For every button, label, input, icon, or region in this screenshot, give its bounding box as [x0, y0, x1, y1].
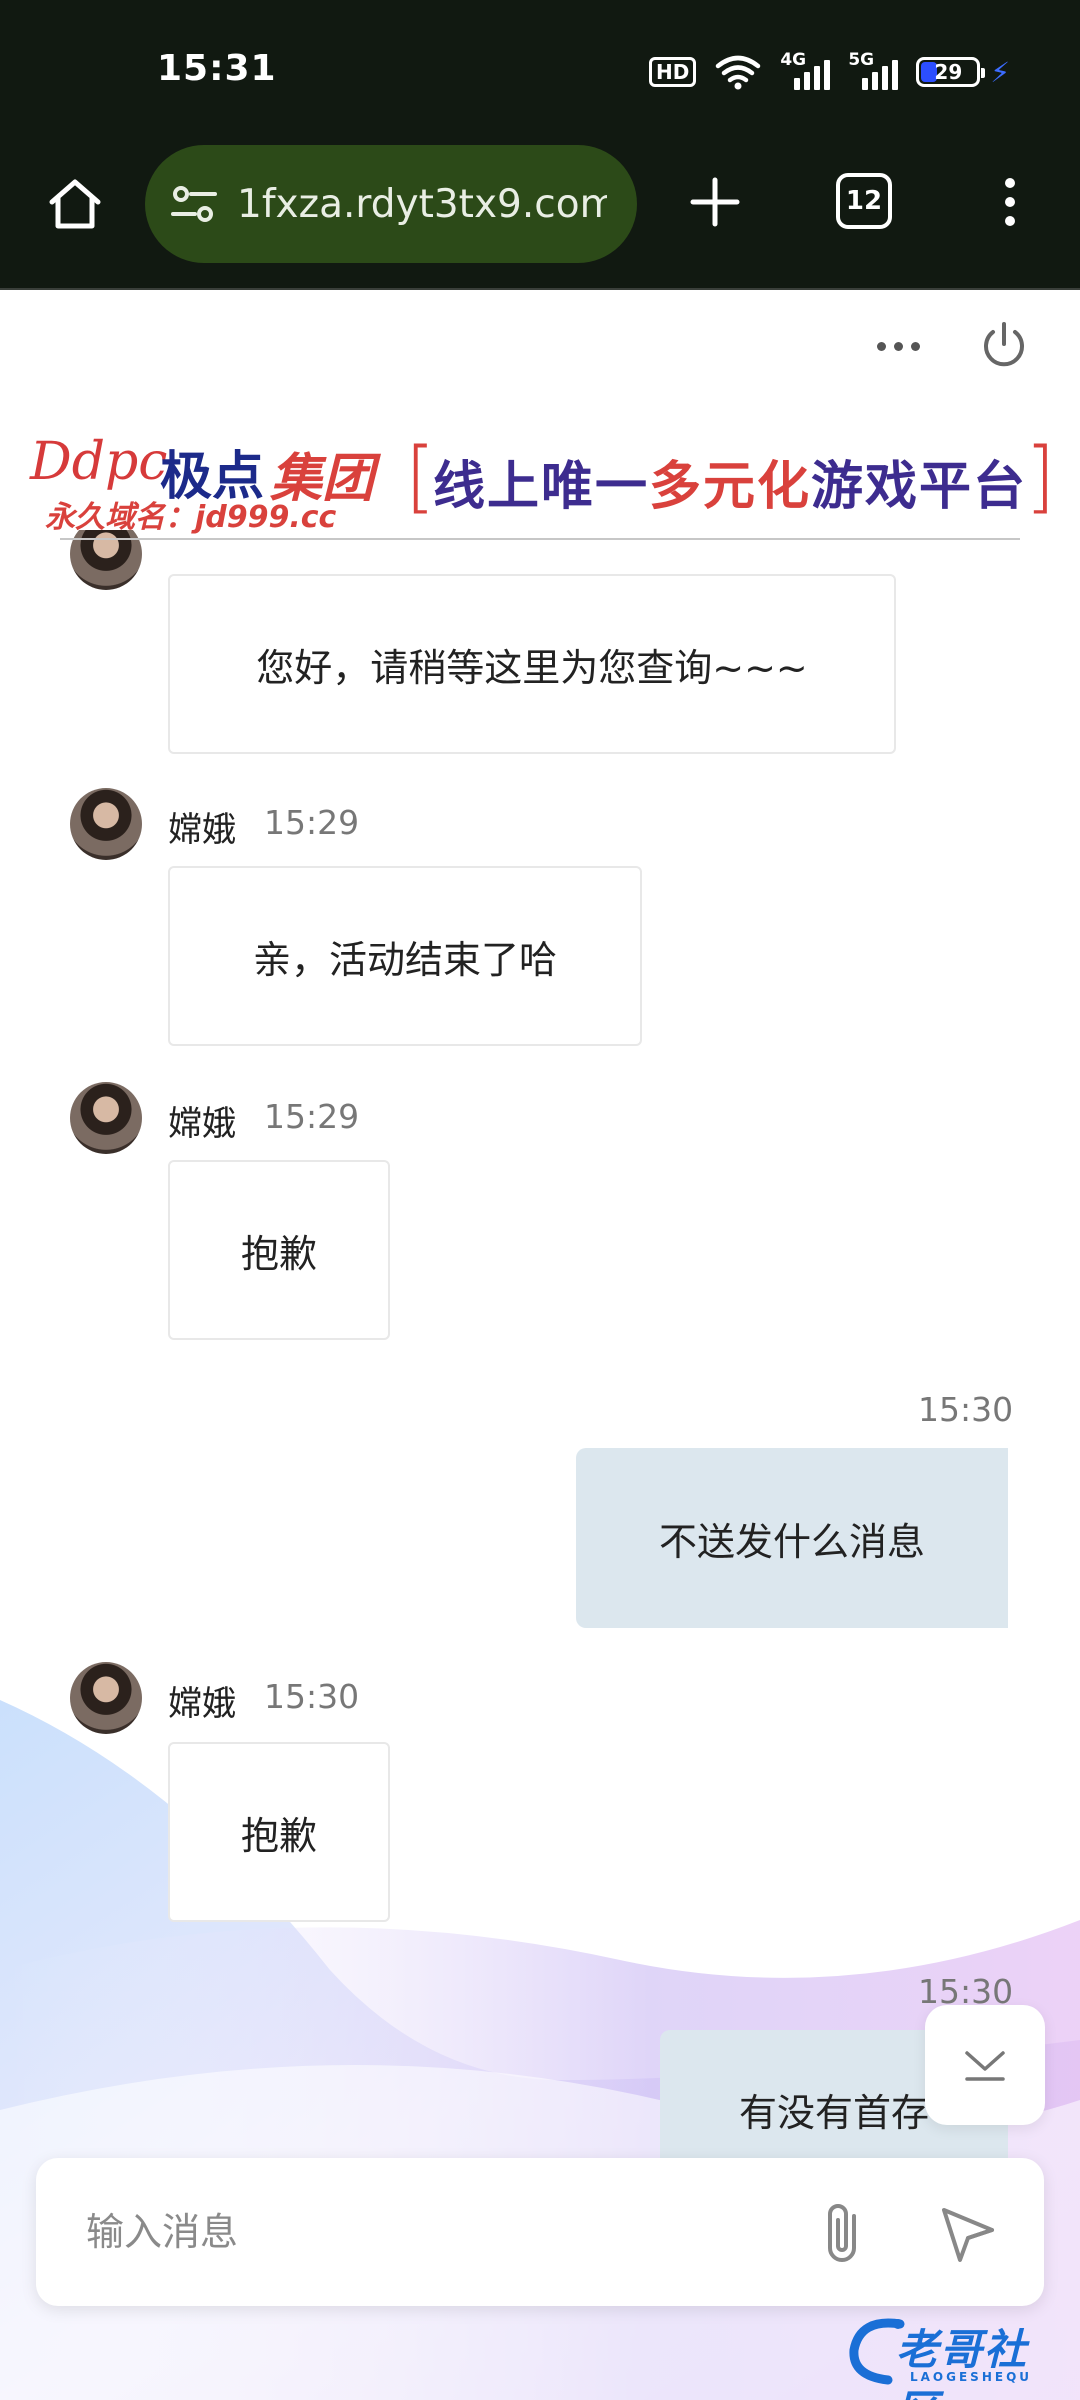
tabs-button[interactable]: 12: [836, 173, 892, 229]
avatar: [70, 788, 142, 860]
message-composer: [36, 2158, 1044, 2306]
banner-logo-script: Ddpc: [30, 432, 168, 492]
promo-banner[interactable]: Ddpc 极点 集团 永久域名：jd999.cc [ 线上唯一多元化游戏平台 ]: [25, 430, 1055, 535]
status-bar: 15:31 HD 4G 5G 29 ⚡: [0, 0, 1080, 145]
banner-domain: 永久域名：jd999.cc: [45, 500, 337, 535]
bracket-left: [: [405, 432, 436, 522]
message-bubble-incoming: 抱歉: [168, 1160, 390, 1340]
page-header-actions: [877, 320, 1030, 372]
sender-name: 嫦娥: [168, 810, 236, 850]
home-icon: [49, 179, 101, 229]
message-text: 亲，活动结束了哈: [252, 937, 557, 982]
message-bubble-incoming: 您好，请稍等这里为您查询~~~: [168, 574, 896, 754]
message-time: 15:30: [264, 1677, 360, 1716]
more-vert-icon[interactable]: [990, 167, 1030, 237]
url-text[interactable]: 1fxza.rdyt3tx9.com: [237, 182, 607, 227]
banner-underline: [60, 538, 1020, 540]
tune-icon[interactable]: [169, 179, 219, 229]
slogan-part-1: 线上唯一: [433, 457, 650, 517]
status-time: 15:31: [157, 48, 277, 89]
battery-icon: 29: [916, 57, 986, 87]
message-bubble-outgoing: 不送发什么消息: [576, 1448, 1008, 1628]
slogan-part-2: 多元化: [649, 457, 812, 517]
chevron-down-icon: [965, 2051, 1005, 2081]
message-time: 15:29: [264, 1097, 360, 1136]
signal-5g-icon: 5G: [848, 50, 899, 90]
more-horiz-icon[interactable]: [877, 341, 920, 351]
plus-icon: [690, 177, 740, 227]
chat-page: Ddpc 极点 集团 永久域名：jd999.cc [ 线上唯一多元化游戏平台 ]…: [0, 290, 1080, 2400]
message-text: 不送发什么消息: [658, 1519, 925, 1564]
message-text: 您好，请稍等这里为您查询~~~: [256, 645, 808, 690]
slogan-part-3: 游戏平台: [811, 457, 1028, 517]
hd-badge: HD: [648, 57, 697, 87]
message-input[interactable]: [86, 2158, 786, 2306]
message-bubble-incoming: 亲，活动结束了哈: [168, 866, 642, 1046]
sender-name: 嫦娥: [168, 1684, 236, 1724]
browser-toolbar: 1fxza.rdyt3tx9.com 12: [0, 145, 1080, 290]
wifi-icon: [716, 55, 761, 90]
scroll-to-bottom-button[interactable]: [925, 2005, 1045, 2125]
message-text: 抱歉: [240, 1231, 317, 1276]
banner-slogan: 线上唯一多元化游戏平台: [433, 444, 1027, 519]
power-icon[interactable]: [978, 320, 1030, 372]
watermark-subtext: LAOGESHEQU: [910, 2370, 1033, 2384]
charging-icon: ⚡: [990, 55, 1010, 89]
new-tab-button[interactable]: [680, 167, 750, 237]
avatar: [70, 1662, 142, 1734]
bracket-right: ]: [1025, 432, 1056, 522]
home-button[interactable]: [40, 169, 110, 239]
watermark-logo: 老哥社区 LAOGESHEQU: [840, 2310, 1070, 2400]
paperclip-icon[interactable]: [814, 2198, 874, 2268]
avatar: [70, 1082, 142, 1154]
message-bubble-incoming: 抱歉: [168, 1742, 390, 1922]
watermark-text: 老哥社区: [896, 2325, 1029, 2400]
send-icon[interactable]: [936, 2202, 1000, 2266]
url-bar[interactable]: 1fxza.rdyt3tx9.com: [145, 145, 637, 263]
sender-name: 嫦娥: [168, 1104, 236, 1144]
message-text: 有没有首存: [738, 2091, 929, 2135]
message-time: 15:29: [264, 803, 360, 842]
message-text: 抱歉: [240, 1813, 317, 1858]
message-time: 15:30: [918, 1390, 1014, 1429]
status-icons: HD 4G 5G 29 ⚡: [648, 50, 1010, 92]
signal-4g-icon: 4G: [780, 50, 831, 90]
battery-level: 29: [934, 60, 963, 84]
